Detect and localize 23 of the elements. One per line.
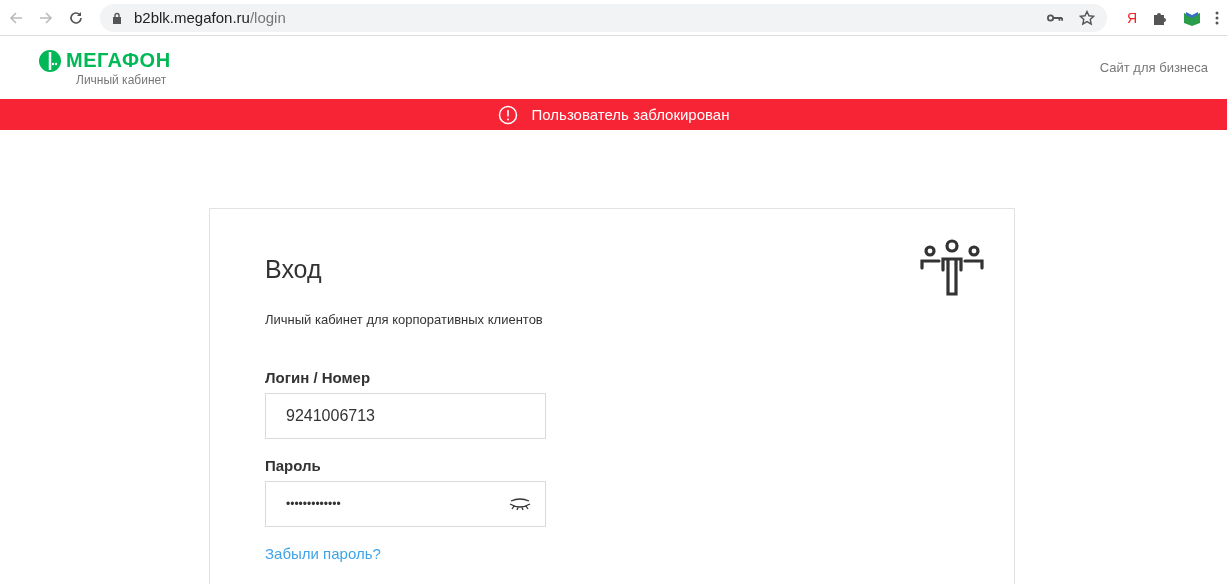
logo-subtitle: Личный кабинет <box>76 72 167 87</box>
people-icon <box>920 238 984 298</box>
logo-text: МЕГАФОН <box>66 49 171 72</box>
lock-icon <box>112 11 122 24</box>
login-title: Вход <box>265 255 323 284</box>
password-field[interactable]: ••••••••••••• <box>265 481 546 527</box>
url-host: b2blk.megafon.ru <box>134 9 250 26</box>
closed-eye-icon[interactable] <box>509 498 531 510</box>
menu-icon[interactable] <box>1215 9 1219 26</box>
url-path: /login <box>249 9 286 26</box>
alert-text: Пользователь заблокирован <box>531 106 730 123</box>
address-bar[interactable]: b2blk.megafon.ru/login <box>100 3 1107 32</box>
book-icon[interactable] <box>1183 9 1201 26</box>
business-site-link[interactable]: Сайт для бизнеса <box>1099 60 1208 75</box>
yandex-extension[interactable]: Я <box>1126 9 1137 26</box>
logo-icon <box>38 48 62 73</box>
star-icon[interactable] <box>1078 9 1095 26</box>
login-subtitle: Личный кабинет для корпоративных клиентов <box>265 312 543 327</box>
reload-icon[interactable] <box>68 9 84 26</box>
field-label: Пароль <box>265 457 322 474</box>
login-field[interactable]: 9241006713 <box>265 393 546 439</box>
warning-icon <box>497 104 518 125</box>
field-label: Логин / Номер <box>265 369 372 386</box>
